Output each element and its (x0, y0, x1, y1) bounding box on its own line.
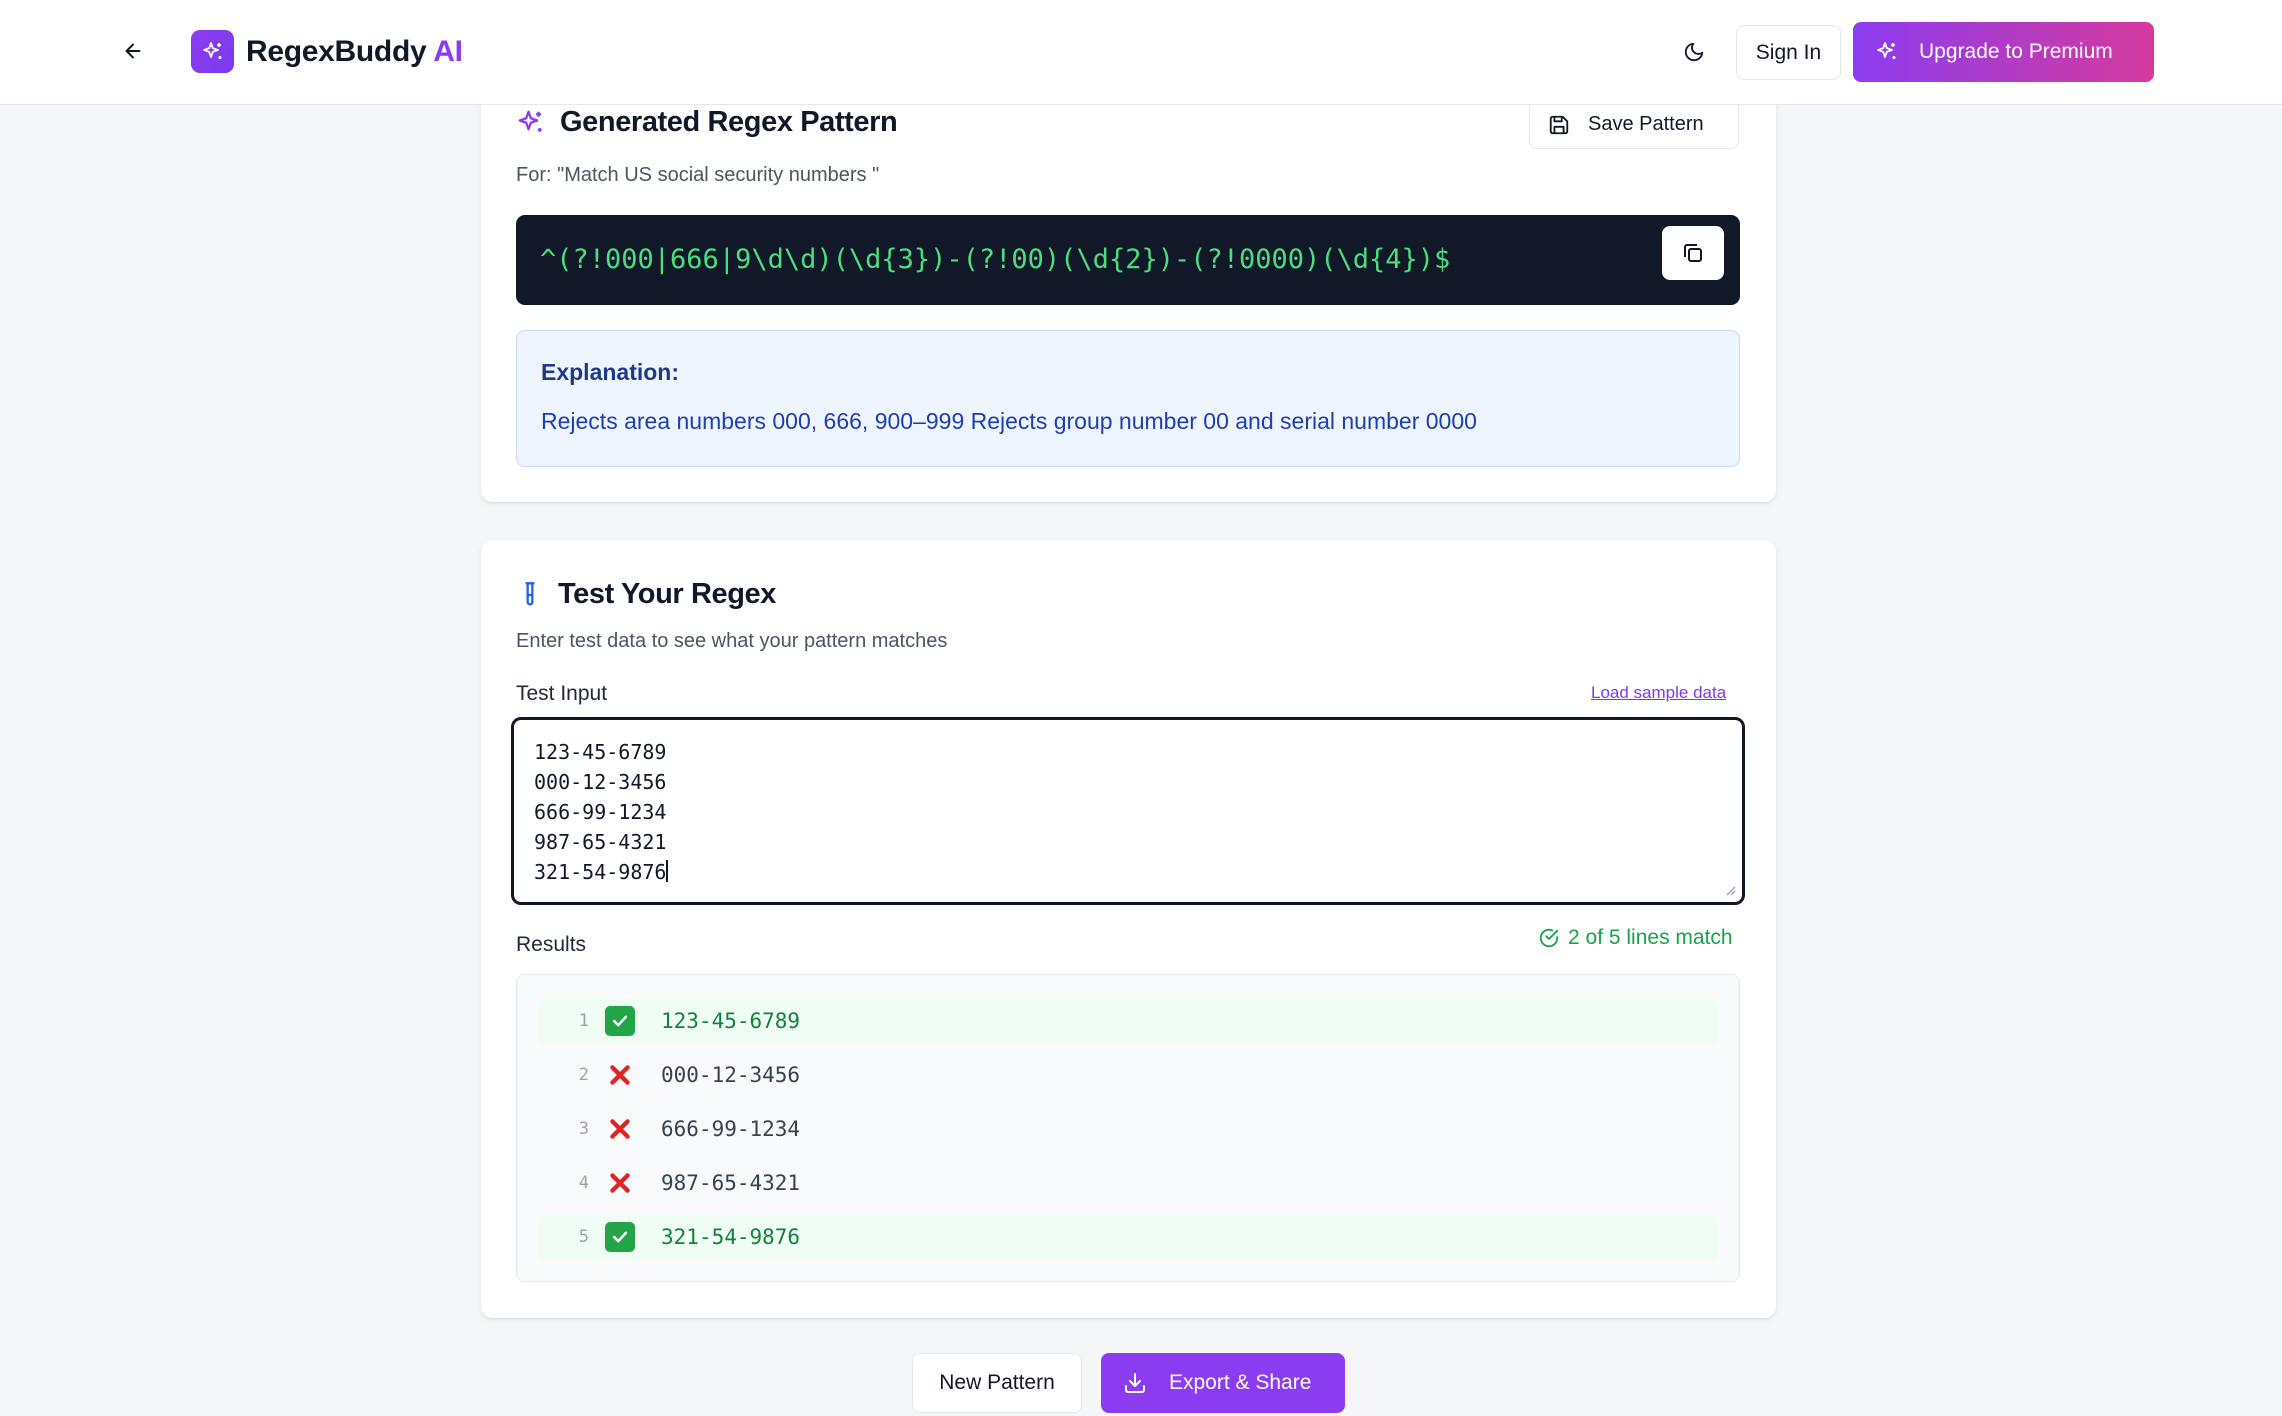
save-pattern-button[interactable]: Save Pattern (1529, 100, 1739, 149)
save-pattern-label: Save Pattern (1588, 113, 1704, 135)
result-value: 000-12-3456 (661, 1063, 801, 1087)
cross-mark-icon (605, 1114, 635, 1144)
resize-grip-icon[interactable] (1722, 882, 1736, 896)
back-button[interactable] (112, 30, 154, 72)
check-mark-icon (605, 1006, 635, 1036)
new-pattern-button[interactable]: New Pattern (912, 1353, 1082, 1413)
test-input-line: 321-54-9876 (534, 860, 667, 884)
line-number: 5 (578, 1227, 589, 1247)
results-label: Results (516, 933, 587, 956)
copy-pattern-button[interactable] (1662, 226, 1724, 280)
test-input-line: 123-45-6789 (534, 740, 667, 764)
result-value: 987-65-4321 (661, 1171, 801, 1195)
explanation-heading: Explanation: (541, 359, 680, 385)
moon-icon (1684, 42, 1704, 62)
download-icon (1125, 1373, 1145, 1393)
cross-mark-icon (605, 1060, 635, 1090)
brand-main: RegexBuddy (246, 35, 427, 68)
result-value: 666-99-1234 (661, 1117, 801, 1141)
test-input-line-last: 321-54-9876 (534, 857, 1722, 887)
regex-pattern-display: ^(?!000|666|9\d\d)(\d{3})-(?!00)(\d{2})-… (516, 215, 1740, 305)
regex-pattern-text: ^(?!000|666|9\d\d)(\d{3})-(?!00)(\d{2})-… (540, 244, 1451, 275)
test-regex-subtitle: Enter test data to see what your pattern… (516, 630, 948, 652)
generated-pattern-card: Generated Regex Pattern Save Pattern For… (481, 40, 1776, 502)
brand-accent: AI (433, 35, 463, 68)
explanation-box: Explanation: Rejects area numbers 000, 6… (516, 330, 1740, 467)
result-value: 123-45-6789 (661, 1009, 801, 1033)
sign-in-button[interactable]: Sign In (1736, 25, 1841, 80)
generated-pattern-heading: Generated Regex Pattern (516, 106, 898, 139)
text-caret (666, 860, 669, 882)
logo (191, 30, 234, 73)
test-input-line: 666-99-1234 (534, 800, 667, 824)
arrow-left-icon (125, 43, 141, 59)
line-number: 1 (578, 1011, 589, 1031)
app-header: RegexBuddy AI Sign In Upgrade to Premium (0, 0, 2282, 105)
results-list: 1 123-45-6789 2 000-12-3456 3 666-99-123… (516, 974, 1740, 1282)
export-share-button[interactable]: Export & Share (1101, 1353, 1345, 1413)
test-input-line: 000-12-3456 (534, 770, 667, 794)
test-input-textarea[interactable]: 123-45-6789 000-12-3456 666-99-1234 987-… (511, 717, 1745, 905)
load-sample-data-link[interactable]: Load sample data (1591, 683, 1726, 703)
sparkles-icon (1877, 42, 1896, 59)
brand-name: RegexBuddy AI (246, 32, 463, 72)
test-regex-title: Test Your Regex (558, 578, 777, 610)
line-number: 4 (578, 1173, 589, 1193)
sparkles-icon (518, 110, 542, 132)
test-input-label: Test Input (516, 682, 608, 705)
result-row: 5 321-54-9876 (539, 1214, 1717, 1260)
generated-pattern-title: Generated Regex Pattern (560, 106, 898, 138)
explanation-text: Rejects area numbers 000, 666, 900–999 R… (541, 408, 1477, 434)
sparkles-icon (202, 41, 221, 59)
export-share-label: Export & Share (1169, 1371, 1312, 1394)
result-row: 3 666-99-1234 (539, 1106, 1717, 1152)
test-tube-icon (525, 581, 535, 605)
test-regex-heading: Test Your Regex (516, 578, 776, 611)
test-input-line: 987-65-4321 (534, 830, 667, 854)
result-row: 1 123-45-6789 (539, 998, 1717, 1044)
save-icon (1549, 115, 1569, 134)
result-row: 2 000-12-3456 (539, 1052, 1717, 1098)
upgrade-premium-button[interactable]: Upgrade to Premium (1853, 22, 2154, 82)
line-number: 2 (578, 1065, 589, 1085)
cross-mark-icon (605, 1168, 635, 1198)
upgrade-label: Upgrade to Premium (1919, 40, 2113, 63)
line-number: 3 (578, 1119, 589, 1139)
pattern-prompt-text: For: "Match US social security numbers " (516, 164, 880, 186)
check-mark-icon (605, 1222, 635, 1252)
match-summary: 2 of 5 lines match (1538, 926, 1733, 950)
result-value: 321-54-9876 (661, 1225, 801, 1249)
copy-icon (1684, 244, 1702, 262)
result-row: 4 987-65-4321 (539, 1160, 1717, 1206)
check-circle-icon (1539, 928, 1559, 948)
match-summary-text: 2 of 5 lines match (1568, 926, 1733, 949)
theme-toggle-button[interactable] (1674, 32, 1714, 72)
test-regex-card: Test Your Regex Enter test data to see w… (481, 540, 1776, 1318)
